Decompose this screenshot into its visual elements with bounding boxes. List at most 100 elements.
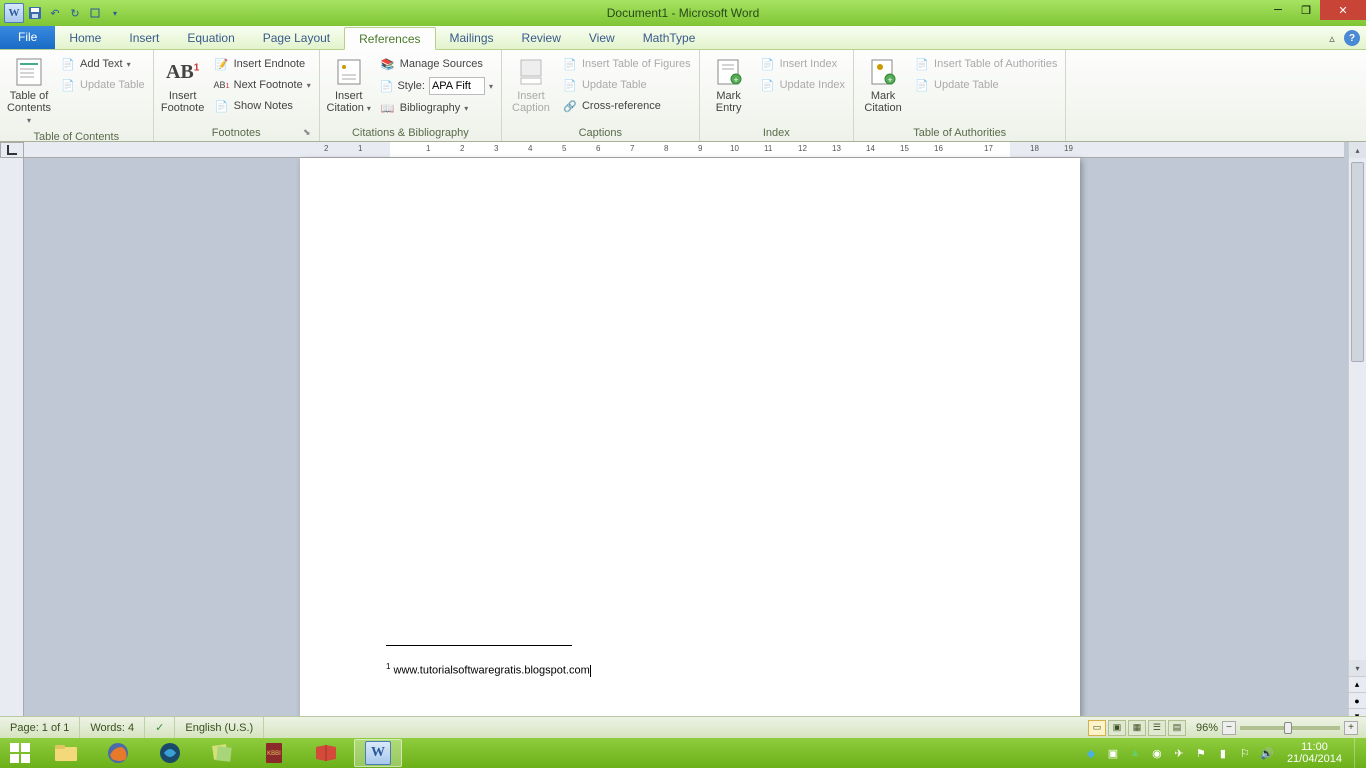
outline-view[interactable]: ☰: [1148, 720, 1166, 736]
full-screen-view[interactable]: ▣: [1108, 720, 1126, 736]
window-title: Document1 - Microsoft Word: [607, 6, 760, 20]
zoom-out-button[interactable]: −: [1222, 721, 1236, 735]
volume-icon[interactable]: 🔊: [1259, 745, 1275, 761]
tab-mathtype[interactable]: MathType: [629, 26, 710, 49]
tab-references[interactable]: References: [344, 27, 435, 50]
explorer-task[interactable]: [42, 739, 90, 767]
print-layout-view[interactable]: ▭: [1088, 720, 1106, 736]
style-dropdown[interactable]: [429, 77, 485, 95]
group-authorities: + MarkCitation 📄Insert Table of Authorit…: [854, 50, 1066, 141]
footnote-text[interactable]: 1 www.tutorialsoftwaregratis.blogspot.co…: [386, 662, 591, 677]
mark-citation-label: MarkCitation: [864, 90, 901, 114]
mark-entry-icon: +: [713, 56, 745, 88]
vertical-ruler[interactable]: [0, 158, 24, 724]
save-icon[interactable]: [26, 4, 44, 22]
vertical-scrollbar[interactable]: ▴ ▾ ▴ ● ▾: [1348, 142, 1366, 724]
insert-footnote-button[interactable]: AB1 InsertFootnote: [158, 52, 208, 116]
insert-authorities-button[interactable]: 📄Insert Table of Authorities: [910, 54, 1061, 74]
bibliography-button[interactable]: 📖Bibliography ▾: [376, 98, 497, 118]
mark-citation-button[interactable]: + MarkCitation: [858, 52, 908, 116]
clock[interactable]: 11:0021/04/2014: [1281, 739, 1348, 767]
tab-selector[interactable]: [0, 142, 24, 158]
redo-icon[interactable]: ↻: [66, 4, 84, 22]
insert-endnote-button[interactable]: 📝Insert Endnote: [210, 54, 315, 74]
tray-icon-2[interactable]: ▣: [1105, 745, 1121, 761]
help-icon[interactable]: ?: [1344, 30, 1360, 46]
manage-sources-button[interactable]: 📚Manage Sources: [376, 54, 497, 74]
prev-page-button[interactable]: ▴: [1348, 676, 1366, 692]
minimize-ribbon-icon[interactable]: ▵: [1324, 30, 1340, 46]
book-task[interactable]: [302, 739, 350, 767]
scroll-down-button[interactable]: ▾: [1349, 660, 1366, 676]
kbbi-task[interactable]: KBBI: [250, 739, 298, 767]
word-task[interactable]: W: [354, 739, 402, 767]
show-notes-button[interactable]: 📄Show Notes: [210, 96, 315, 116]
show-desktop-button[interactable]: [1354, 738, 1362, 768]
zoom-thumb[interactable]: [1284, 722, 1292, 734]
footnotes-launcher[interactable]: ⬊: [301, 127, 313, 139]
status-bar: Page: 1 of 1 Words: 4 ✓ English (U.S.) ▭…: [0, 716, 1366, 738]
zoom-slider[interactable]: [1240, 726, 1340, 730]
draft-view[interactable]: ▤: [1168, 720, 1186, 736]
toc-button[interactable]: Table ofContents ▾: [4, 52, 54, 129]
qat-customize-icon[interactable]: ▾: [106, 4, 124, 22]
tab-page-layout[interactable]: Page Layout: [249, 26, 344, 49]
browse-object-button[interactable]: ●: [1348, 692, 1366, 708]
battery-icon[interactable]: ▮: [1215, 745, 1231, 761]
file-tab[interactable]: File: [0, 25, 55, 49]
undo-icon[interactable]: ↶: [46, 4, 64, 22]
zoom-in-button[interactable]: +: [1344, 721, 1358, 735]
minimize-button[interactable]: ─: [1264, 0, 1292, 20]
web-layout-view[interactable]: ▦: [1128, 720, 1146, 736]
document-area: 21 12 34 56 78 910 1112 1314 1516 1718 1…: [0, 142, 1366, 724]
airplane-mode-icon[interactable]: ✈: [1171, 745, 1187, 761]
next-footnote-button[interactable]: AB1Next Footnote ▾: [210, 75, 315, 95]
update-table-toc-button[interactable]: 📄Update Table: [56, 75, 149, 95]
notes-task[interactable]: [198, 739, 246, 767]
insert-figures-button[interactable]: 📄Insert Table of Figures: [558, 54, 695, 74]
flag-tray-icon[interactable]: ⚐: [1237, 745, 1253, 761]
language-status[interactable]: English (U.S.): [175, 717, 264, 738]
update-authorities-button[interactable]: 📄Update Table: [910, 75, 1061, 95]
tab-view[interactable]: View: [575, 26, 629, 49]
update-table-captions-button[interactable]: 📄Update Table: [558, 75, 695, 95]
tab-mailings[interactable]: Mailings: [436, 26, 508, 49]
document-page[interactable]: 1 www.tutorialsoftwaregratis.blogspot.co…: [300, 158, 1080, 718]
word-count-status[interactable]: Words: 4: [80, 717, 145, 738]
tab-insert[interactable]: Insert: [115, 26, 173, 49]
insert-citation-button[interactable]: InsertCitation ▾: [324, 52, 374, 117]
svg-text:+: +: [733, 75, 738, 85]
insert-caption-button[interactable]: InsertCaption: [506, 52, 556, 116]
spell-check-status[interactable]: ✓: [145, 717, 175, 738]
close-button[interactable]: ✕: [1320, 0, 1366, 20]
scroll-up-button[interactable]: ▴: [1349, 142, 1366, 158]
firefox-task[interactable]: [94, 739, 142, 767]
word-icon[interactable]: W: [4, 3, 24, 23]
scroll-thumb[interactable]: [1351, 162, 1364, 362]
cross-reference-button[interactable]: 🔗Cross-reference: [558, 96, 695, 116]
restore-button[interactable]: ❐: [1292, 0, 1320, 20]
tab-review[interactable]: Review: [508, 26, 575, 49]
group-label-citations: Citations & Bibliography: [324, 125, 497, 141]
tab-home[interactable]: Home: [55, 26, 115, 49]
update-index-button[interactable]: 📄Update Index: [756, 75, 849, 95]
tray-icon-4[interactable]: ◉: [1149, 745, 1165, 761]
insert-index-button[interactable]: 📄Insert Index: [756, 54, 849, 74]
horizontal-ruler[interactable]: 21 12 34 56 78 910 1112 1314 1516 1718 1…: [24, 142, 1344, 158]
action-center-icon[interactable]: ⚑: [1193, 745, 1209, 761]
zoom-level[interactable]: 96%: [1196, 722, 1218, 734]
mark-entry-button[interactable]: + MarkEntry: [704, 52, 754, 116]
start-button[interactable]: [0, 738, 40, 768]
update-cap-icon: 📄: [562, 77, 578, 93]
tab-equation[interactable]: Equation: [173, 26, 248, 49]
add-text-button[interactable]: 📄Add Text ▾: [56, 54, 149, 74]
browser-task[interactable]: [146, 739, 194, 767]
tray-icon-3[interactable]: ▲: [1127, 745, 1143, 761]
style-icon: 📄: [380, 80, 394, 93]
toc-icon: [13, 56, 45, 88]
bib-icon: 📖: [380, 100, 396, 116]
figures-icon: 📄: [562, 56, 578, 72]
dropbox-tray-icon[interactable]: ◆: [1083, 745, 1099, 761]
qat-item-4[interactable]: [86, 4, 104, 22]
page-status[interactable]: Page: 1 of 1: [0, 717, 80, 738]
